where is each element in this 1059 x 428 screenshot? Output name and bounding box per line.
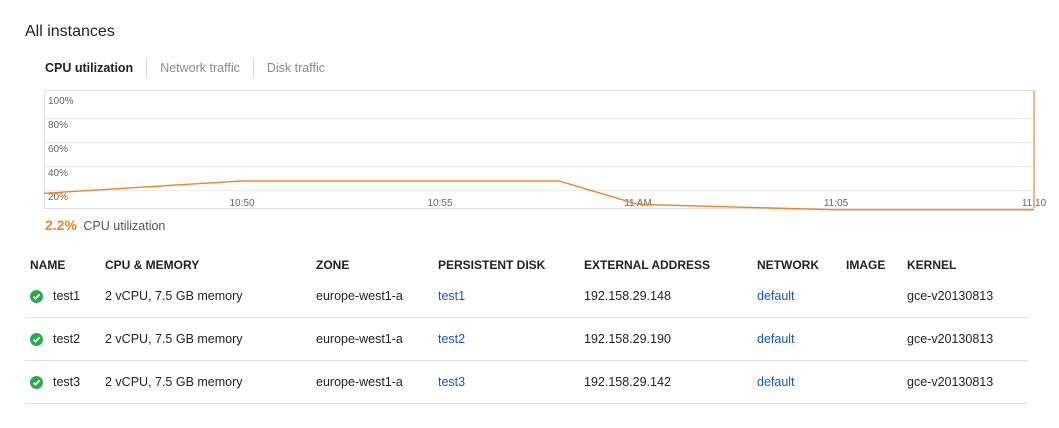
table-header-row: NAME CPU & MEMORY ZONE PERSISTENT DISK E… bbox=[25, 255, 1028, 275]
tab-network-traffic[interactable]: Network traffic bbox=[160, 61, 240, 75]
x-tick-label: 11:05 bbox=[824, 198, 849, 209]
cell-kernel: gce-v20130813 bbox=[907, 317, 1028, 361]
cell-cpu-memory: 2 vCPU, 7.5 GB memory bbox=[105, 275, 316, 318]
cell-kernel: gce-v20130813 bbox=[907, 360, 1028, 404]
check-circle-icon bbox=[30, 375, 43, 389]
x-tick-label: 10:55 bbox=[427, 198, 452, 209]
tab-cpu-utilization[interactable]: CPU utilization bbox=[45, 61, 133, 75]
network-link[interactable]: default bbox=[757, 289, 795, 303]
column-header-zone[interactable]: ZONE bbox=[316, 255, 438, 275]
cpu-summary: 2.2% CPU utilization bbox=[45, 217, 165, 233]
cell-zone: europe-west1-a bbox=[316, 275, 438, 318]
cell-network: default bbox=[757, 360, 846, 404]
page-title: All instances bbox=[25, 23, 115, 40]
column-header-external-address[interactable]: EXTERNAL ADDRESS bbox=[584, 255, 757, 275]
cell-name: test1 bbox=[25, 275, 105, 318]
column-header-persistent-disk[interactable]: PERSISTENT DISK bbox=[438, 255, 584, 275]
check-circle-icon bbox=[30, 332, 43, 346]
column-header-image[interactable]: IMAGE bbox=[846, 255, 907, 275]
column-header-cpu-memory[interactable]: CPU & MEMORY bbox=[105, 255, 316, 275]
cell-network: default bbox=[757, 275, 846, 318]
cpu-summary-label: CPU utilization bbox=[83, 219, 166, 233]
cell-name: test2 bbox=[25, 317, 105, 361]
y-tick-label: 60% bbox=[48, 144, 68, 155]
cell-kernel: gce-v20130813 bbox=[907, 275, 1028, 318]
column-header-name[interactable]: NAME bbox=[25, 255, 105, 275]
instances-table: NAME CPU & MEMORY ZONE PERSISTENT DISK E… bbox=[25, 255, 1028, 404]
cell-image bbox=[846, 360, 907, 404]
cpu-utilization-chart: 100% 80% 60% 40% 20% 10:50 10:55 11 AM 11:05 11:1… bbox=[43, 90, 1047, 211]
table-row[interactable]: test2 2 vCPU, 7.5 GB memory europe-west1… bbox=[25, 317, 1028, 361]
table-row[interactable]: test3 2 vCPU, 7.5 GB memory europe-west1… bbox=[25, 360, 1028, 404]
table-row[interactable]: test1 2 vCPU, 7.5 GB memory europe-west1… bbox=[25, 275, 1028, 318]
network-link[interactable]: default bbox=[757, 375, 795, 389]
tab-divider bbox=[252, 59, 254, 77]
disk-link[interactable]: test2 bbox=[438, 332, 465, 346]
cell-image bbox=[846, 317, 907, 361]
x-tick-label: 11 AM bbox=[624, 198, 652, 209]
y-tick-label: 20% bbox=[48, 192, 68, 203]
tab-disk-traffic[interactable]: Disk traffic bbox=[267, 61, 325, 75]
cpu-series-line bbox=[43, 180, 1034, 211]
cell-external-address: 192.158.29.190 bbox=[584, 317, 757, 361]
cpu-chart-svg: 100%80%60%40%20%10:50 10:55 11 AM 11:05 11:1… bbox=[43, 90, 1047, 211]
instance-name-link[interactable]: test1 bbox=[53, 289, 80, 303]
x-tick-label: 10:50 bbox=[229, 198, 254, 209]
instance-name-link[interactable]: test3 bbox=[53, 375, 80, 389]
y-tick-label: 40% bbox=[48, 168, 68, 179]
cell-persistent-disk: test3 bbox=[438, 360, 584, 404]
cell-persistent-disk: test1 bbox=[438, 275, 584, 318]
cell-cpu-memory: 2 vCPU, 7.5 GB memory bbox=[105, 317, 316, 361]
y-tick-label: 80% bbox=[48, 120, 68, 131]
cell-cpu-memory: 2 vCPU, 7.5 GB memory bbox=[105, 360, 316, 404]
cell-image bbox=[846, 275, 907, 318]
cpu-summary-value: 2.2% bbox=[45, 217, 77, 233]
disk-link[interactable]: test1 bbox=[438, 289, 465, 303]
cell-zone: europe-west1-a bbox=[316, 360, 438, 404]
cell-persistent-disk: test2 bbox=[438, 317, 584, 361]
check-circle-icon bbox=[30, 289, 43, 303]
cell-external-address: 192.158.29.148 bbox=[584, 275, 757, 318]
cell-external-address: 192.158.29.142 bbox=[584, 360, 757, 404]
instance-name-link[interactable]: test2 bbox=[53, 332, 80, 346]
disk-link[interactable]: test3 bbox=[438, 375, 465, 389]
cell-name: test3 bbox=[25, 360, 105, 404]
network-link[interactable]: default bbox=[757, 332, 795, 346]
column-header-network[interactable]: NETWORK bbox=[757, 255, 846, 275]
column-header-kernel[interactable]: KERNEL bbox=[907, 255, 1028, 275]
cell-zone: europe-west1-a bbox=[316, 317, 438, 361]
y-tick-label: 100% bbox=[48, 96, 74, 107]
cell-network: default bbox=[757, 317, 846, 361]
chart-tabs: CPU utilization Network traffic Disk tra… bbox=[45, 59, 325, 77]
tab-divider bbox=[146, 59, 148, 77]
